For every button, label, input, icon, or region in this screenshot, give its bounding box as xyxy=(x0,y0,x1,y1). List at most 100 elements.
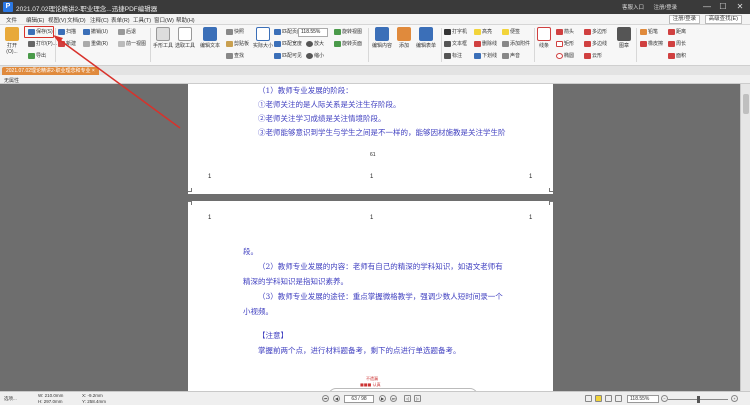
properties-bar: 无属性 xyxy=(0,75,750,84)
vertical-scrollbar[interactable] xyxy=(740,84,750,391)
rotate-view-button[interactable]: 旋转视图 xyxy=(334,28,362,35)
pdf-page: 1 1 1 段。 （2）教师专业发展的内容：老师有自己的精深的学科知识，如语文老… xyxy=(188,201,553,391)
arrow-tool-button[interactable]: 箭头 xyxy=(556,28,574,35)
line-button[interactable]: 线条 xyxy=(536,27,552,49)
fit-visible-button[interactable]: 匹配可见 xyxy=(274,52,302,59)
polyline-button[interactable]: 多边线 xyxy=(584,40,607,47)
eraser-button[interactable]: 橡皮擦 xyxy=(640,40,663,47)
first-page-icon[interactable]: ⏮ xyxy=(322,395,329,402)
textbox-button[interactable]: 文本框 xyxy=(444,40,467,47)
register-link[interactable]: 客服入口 xyxy=(622,5,644,11)
forward-view-button[interactable]: 前一视图 xyxy=(118,40,146,47)
scan-label: 扫描 xyxy=(66,29,77,35)
fit-width-button[interactable]: 匹配宽度 xyxy=(274,40,302,47)
cloud-button[interactable]: 云形 xyxy=(584,52,602,59)
hand-tool-button[interactable]: 手形工具 xyxy=(152,27,174,49)
prev-view-icon[interactable]: ◁ xyxy=(404,395,411,402)
edit-content-button[interactable]: 编辑内容 xyxy=(370,27,394,49)
scan-button[interactable]: 扫描 xyxy=(58,28,76,35)
scroll-thumb[interactable] xyxy=(743,94,749,114)
next-page-icon[interactable]: ▶ xyxy=(379,395,386,402)
snapshot-button[interactable]: 快照 xyxy=(226,28,244,35)
zoom-slider-handle[interactable] xyxy=(697,396,700,403)
print-label: 打印(P)... xyxy=(36,41,57,47)
strikeout-button[interactable]: 删除线 xyxy=(474,40,497,47)
menu-help[interactable]: 帮助(H) xyxy=(176,16,195,24)
facing-page-icon[interactable] xyxy=(605,395,612,402)
find-button[interactable]: 查找 xyxy=(226,52,244,59)
menu-tools[interactable]: 工具(T) xyxy=(133,16,151,24)
menu-view[interactable]: 视图(V) xyxy=(48,16,66,24)
distance-label: 距离 xyxy=(676,29,687,35)
back-button[interactable]: 后退 xyxy=(118,28,136,35)
oval-button[interactable]: 椭圆 xyxy=(556,52,574,59)
zoom-select[interactable]: 118.55% xyxy=(298,28,328,37)
cloud-label: 云形 xyxy=(592,53,603,59)
add-button[interactable]: 添加 xyxy=(394,27,414,49)
edit-text-button[interactable]: 编辑文本 xyxy=(196,27,224,49)
redo-button[interactable]: 重做(R) xyxy=(83,40,108,47)
sound-button[interactable]: 声音 xyxy=(502,52,520,59)
maximize-button[interactable]: ☐ xyxy=(716,2,730,12)
menu-login-button[interactable]: 注册/登录 xyxy=(668,15,701,24)
polygon-button[interactable]: 多边形 xyxy=(584,28,607,35)
close-button[interactable]: ✕ xyxy=(733,2,747,12)
highlight-button[interactable]: 高亮 xyxy=(474,28,492,35)
select-tool-button[interactable]: 选取工具 xyxy=(174,27,196,49)
document-tab[interactable]: 2021.07.02理论精讲2-职业理念和专业 × xyxy=(2,67,99,75)
prev-page-icon[interactable]: ◀ xyxy=(333,395,340,402)
advanced-search-button[interactable]: 高级查找(E) xyxy=(704,15,742,24)
zoom-out-icon xyxy=(306,52,313,59)
document-viewport[interactable]: （1）教师专业发展的阶段： ①老师关注的是人际关系是关注生存阶段。 ②老师关注学… xyxy=(0,84,740,391)
minimize-button[interactable]: — xyxy=(700,2,714,12)
export-button[interactable]: 导出 xyxy=(28,52,46,59)
last-page-icon[interactable]: ⏭ xyxy=(390,395,397,402)
menu-window[interactable]: 窗口(W) xyxy=(154,16,174,24)
menu-comment[interactable]: 注释(C) xyxy=(90,16,109,24)
note-button[interactable]: 便签 xyxy=(502,28,520,35)
find-label: 查找 xyxy=(234,53,245,59)
page-number-input[interactable]: 63 / 98 xyxy=(344,395,374,403)
status-zoom-select[interactable]: 118.55% xyxy=(627,395,659,403)
zoom-out-button[interactable]: 缩小 xyxy=(306,52,324,59)
area-button[interactable]: 面积 xyxy=(668,52,686,59)
page-text-line: 小视频。 xyxy=(243,307,273,316)
zoom-in-button[interactable]: 放大 xyxy=(306,40,324,47)
menu-file[interactable]: 文件 xyxy=(6,16,17,24)
divider xyxy=(150,28,151,62)
stamp-button[interactable]: 图章 xyxy=(614,27,634,49)
print-button[interactable]: 打印(P)... xyxy=(28,40,57,47)
folder-icon xyxy=(5,27,19,41)
pdf-page: （1）教师专业发展的阶段： ①老师关注的是人际关系是关注生存阶段。 ②老师关注学… xyxy=(188,84,553,194)
menu-form[interactable]: 表单(R) xyxy=(111,16,130,24)
attach-button[interactable]: 添加附件 xyxy=(502,40,530,47)
pencil-button[interactable]: 铅笔 xyxy=(640,28,658,35)
options-button[interactable]: 选项... xyxy=(4,396,17,402)
actual-size-button[interactable]: 实际大小 xyxy=(252,27,274,49)
callout-button[interactable]: 标注 xyxy=(444,52,462,59)
open-button[interactable]: 打开(O)... xyxy=(2,27,22,55)
single-page-icon[interactable] xyxy=(585,395,592,402)
edit-text-icon xyxy=(203,27,217,41)
undo-button[interactable]: 撤销(U) xyxy=(83,28,108,35)
rect-button[interactable]: 矩形 xyxy=(556,40,574,47)
continuous-page-icon[interactable] xyxy=(595,395,602,402)
distance-button[interactable]: 距离 xyxy=(668,28,686,35)
edit-form-button[interactable]: 编辑表单 xyxy=(414,27,438,49)
eraser-icon xyxy=(640,40,647,47)
zoom-out-icon[interactable]: − xyxy=(661,395,668,402)
underline-button[interactable]: 下划线 xyxy=(474,52,497,59)
perimeter-button[interactable]: 周长 xyxy=(668,40,686,47)
redo-icon xyxy=(83,40,90,47)
next-view-icon[interactable]: ▷ xyxy=(414,395,421,402)
menu-document[interactable]: 文档(D) xyxy=(67,16,86,24)
login-link[interactable]: 注册/登录 xyxy=(654,5,678,11)
continuous-facing-icon[interactable] xyxy=(615,395,622,402)
zoom-in-icon[interactable]: + xyxy=(731,395,738,402)
typewriter-button[interactable]: 打字机 xyxy=(444,28,467,35)
new-button[interactable]: 新建 xyxy=(58,40,76,47)
menu-edit[interactable]: 编辑(E) xyxy=(26,16,44,24)
textbox-label: 文本框 xyxy=(452,41,468,47)
clipboard-button[interactable]: 剪贴板 xyxy=(226,40,249,47)
rotate-page-button[interactable]: 旋转页面 xyxy=(334,40,362,47)
